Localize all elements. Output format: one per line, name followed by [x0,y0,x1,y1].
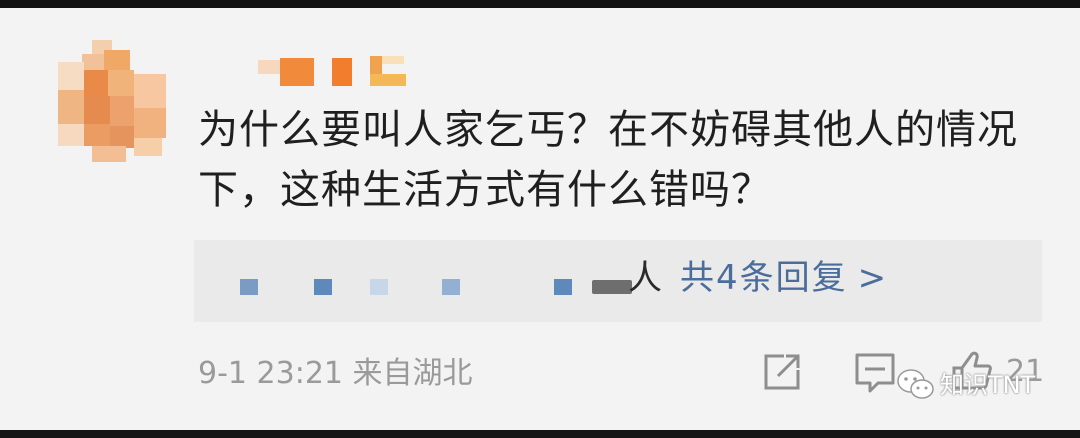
view-replies-link[interactable]: 共4条回复 > [680,258,888,298]
reply-count-label: 共4条回复 [680,258,848,298]
top-border [0,0,1080,8]
timestamp-location: 9-1 23:21 来自湖北 [198,356,473,391]
watermark: 知识TNT [896,366,1056,412]
blurred-reply-name [314,279,332,295]
watermark-text: 知识TNT [940,371,1036,399]
blurred-reply-name [442,279,460,295]
avatar[interactable] [58,40,166,162]
bottom-border [0,430,1080,438]
blurred-reply-name [370,279,388,295]
blurred-reply-name [554,279,572,295]
share-icon[interactable] [762,352,802,392]
comment-icon[interactable] [854,352,896,394]
comment-text: 为什么要叫人家乞丐？在不妨碍其他人的情况下，这种生活方式有什么错吗？ [198,107,1018,213]
blurred-reply-name [592,280,632,294]
chevron-right-icon: > [857,258,889,298]
blurred-reply-name [240,279,258,295]
username[interactable] [258,54,408,88]
wechat-logo-icon [897,369,934,399]
reply-trailing-text: 人 [628,258,662,298]
